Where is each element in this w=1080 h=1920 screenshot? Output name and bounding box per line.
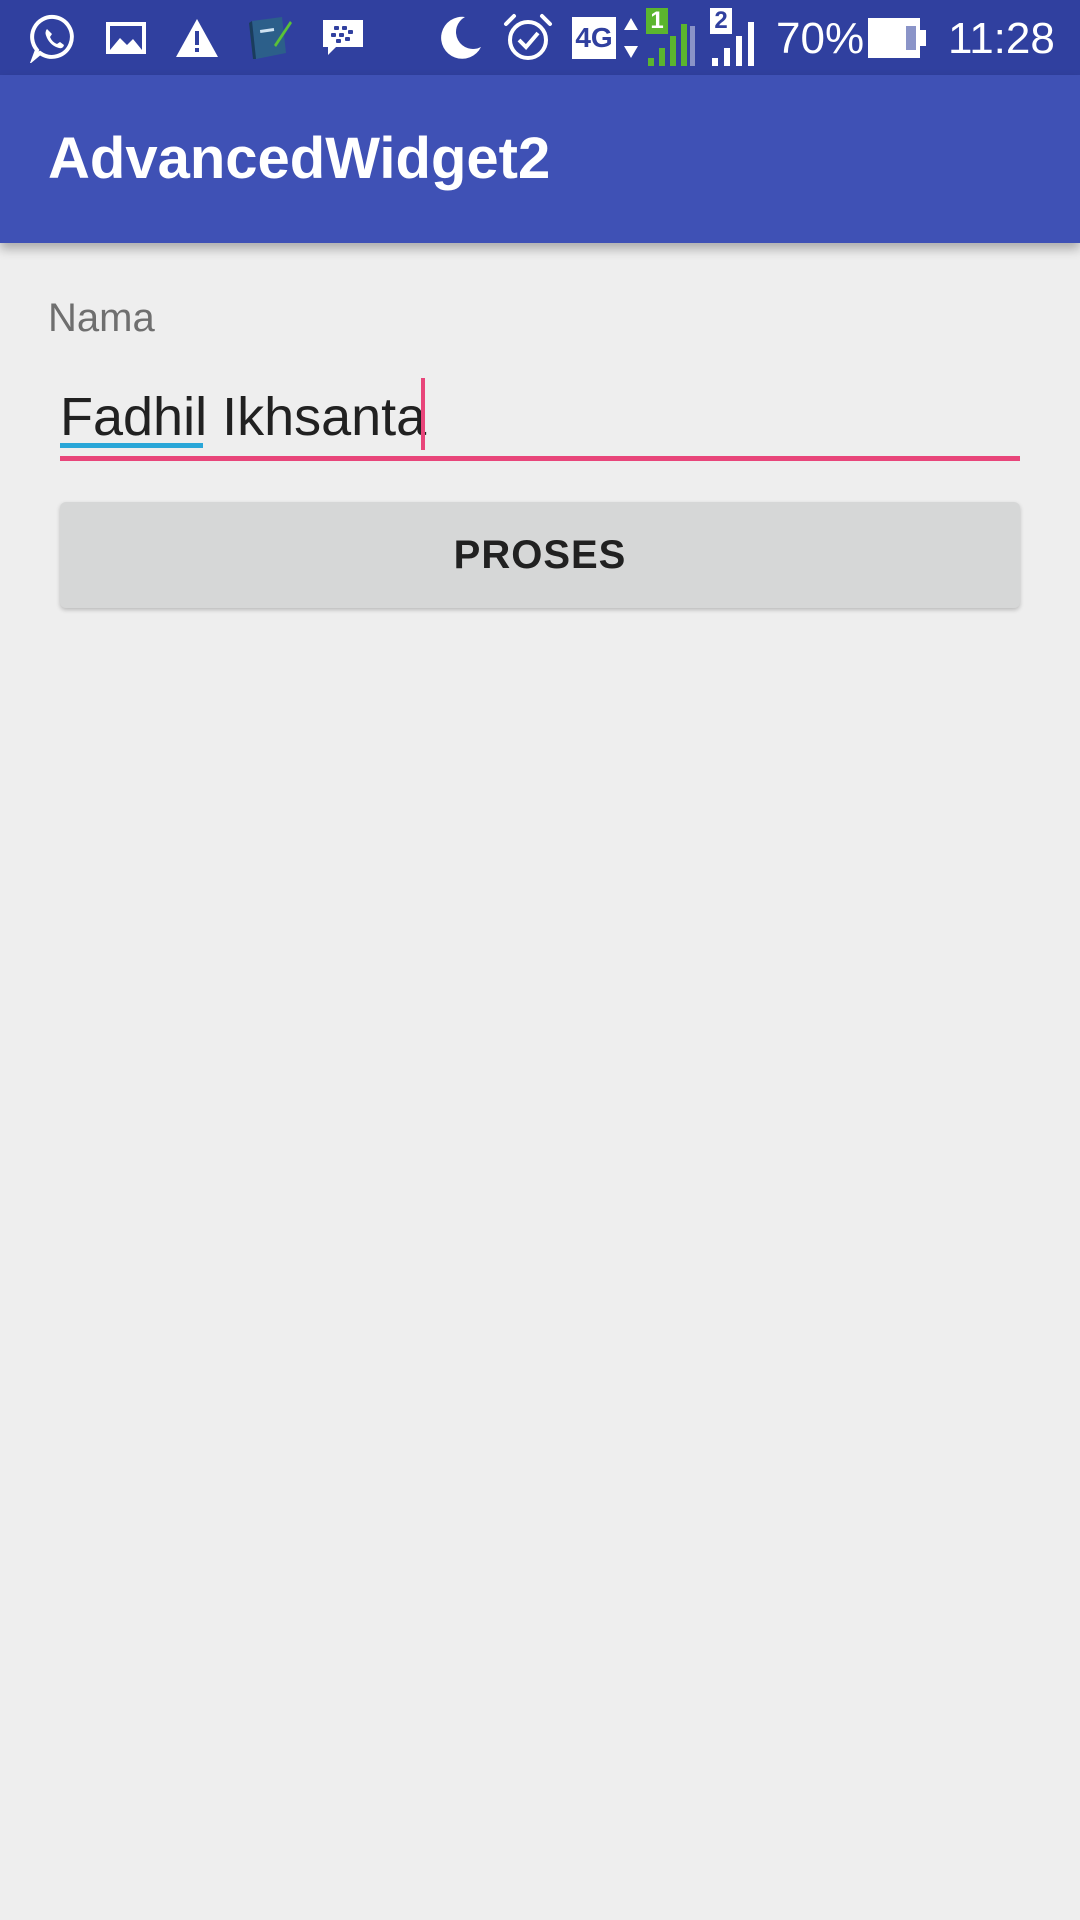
status-bar: 4G 1 2 70% 11:28 (0, 0, 1080, 75)
battery-icon (866, 0, 928, 75)
signal-sim1-icon: 1 (644, 0, 696, 75)
proses-button[interactable]: PROSES (60, 502, 1020, 608)
warning-icon (174, 0, 220, 75)
do-not-disturb-moon-icon (434, 0, 486, 75)
notebook-app-icon (244, 0, 294, 75)
network-4g-icon: 4G (572, 0, 616, 75)
text-cursor (421, 378, 425, 450)
app-title: AdvancedWidget2 (48, 126, 551, 191)
spellcheck-underline (60, 443, 203, 448)
gallery-icon (106, 0, 146, 75)
data-arrows-icon (621, 0, 641, 75)
input-underline (60, 456, 1020, 461)
name-input-value[interactable]: Fadhil Ikhsanta (60, 386, 426, 448)
alarm-clock-icon (502, 0, 554, 75)
whatsapp-icon (28, 0, 80, 75)
signal-sim2-icon: 2 (708, 0, 764, 75)
battery-percent: 70% (776, 14, 865, 63)
bbm-icon (320, 0, 366, 75)
name-input[interactable]: Fadhil Ikhsanta (60, 370, 1020, 464)
app-bar: AdvancedWidget2 (0, 75, 1080, 243)
name-label: Nama (48, 296, 155, 340)
status-time: 11:28 (948, 14, 1055, 63)
